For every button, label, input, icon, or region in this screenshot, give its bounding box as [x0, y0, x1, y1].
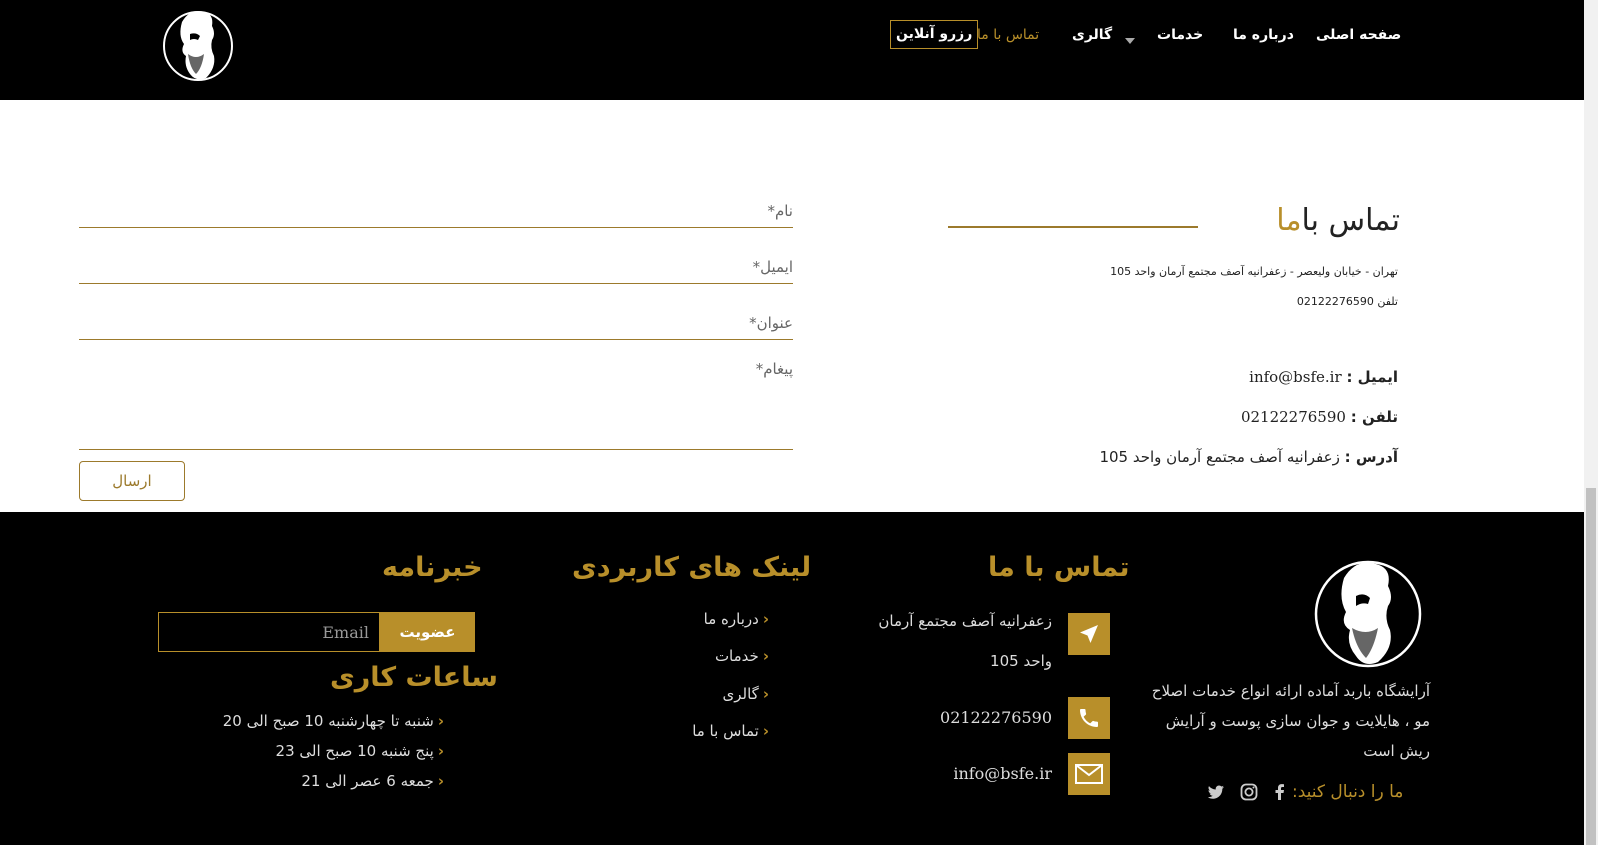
footer-phone[interactable]: 02122276590 [940, 708, 1052, 727]
envelope-icon [1075, 764, 1103, 784]
contact-title-prefix: تماس با [1301, 203, 1400, 238]
name-field-wrap [79, 190, 793, 228]
email-label: ایمیل : [1346, 368, 1398, 386]
chevron-left-icon: ‹ [437, 712, 444, 730]
reserve-online-button[interactable]: رزرو آنلاین [890, 20, 979, 49]
email-row: ایمیل : info@bsfe.ir [1249, 368, 1398, 386]
subject-field-wrap [79, 302, 793, 340]
phone-icon-box [1068, 697, 1110, 739]
footer-address-2: واحد 105 [990, 652, 1052, 670]
send-button[interactable]: ارسال [79, 461, 185, 501]
nav-services[interactable]: خدمات [1157, 22, 1203, 48]
twitter-icon[interactable] [1206, 782, 1226, 802]
address-line: تهران - خیابان ولیعصر - زعفرانیه آصف مجت… [1110, 265, 1398, 278]
nav-home[interactable]: صفحه اصلی [1316, 22, 1401, 48]
footer-link-services[interactable]: ‹خدمات [715, 647, 769, 665]
footer-email[interactable]: info@bsfe.ir [953, 764, 1052, 783]
footer-link-about[interactable]: ‹درباره ما [704, 610, 769, 628]
address-row: آدرس : زعفرانیه آصف مجتمع آرمان واحد 105 [1099, 448, 1398, 466]
site-footer: آرایشگاه باربد آماده ارائه انواع خدمات ا… [0, 512, 1584, 845]
hours-row: ‹شنبه تا چهارشنبه 10 صبح الی 20 [222, 712, 444, 730]
chevron-left-icon: ‹ [762, 647, 769, 665]
message-input[interactable] [79, 356, 793, 449]
hours-row: ‹پنج شنبه 10 صبح الی 23 [275, 742, 444, 760]
follow-label: ما را دنبال کنید: [1292, 782, 1404, 802]
email-input[interactable] [79, 246, 793, 283]
location-icon-box [1068, 613, 1110, 655]
facebook-icon[interactable] [1270, 782, 1290, 802]
bearded-man-logo-icon [1314, 560, 1422, 668]
hours-heading: ساعات کاری [330, 662, 498, 693]
phone-icon [1080, 709, 1098, 727]
phone-label: تلفن : [1350, 408, 1398, 426]
contact-title: تماس باما [1220, 203, 1400, 238]
chevron-left-icon: ‹ [437, 772, 444, 790]
nav-about[interactable]: درباره ما [1233, 22, 1294, 48]
location-arrow-icon [1080, 625, 1098, 643]
name-input[interactable] [79, 190, 793, 227]
bearded-man-logo-icon[interactable] [160, 4, 236, 84]
scrollbar-thumb[interactable] [1586, 488, 1596, 845]
hours-row: ‹جمعه 6 عصر الی 21 [301, 772, 444, 790]
nav-gallery[interactable]: گالری [1072, 22, 1112, 48]
site-header: صفحه اصلی درباره ما خدمات گالری تماس با … [0, 0, 1584, 100]
newsletter-join-button[interactable]: عضویت [380, 612, 475, 652]
about-text: آرایشگاه باربد آماده ارائه انواع خدمات ا… [1151, 682, 1430, 760]
nav-contact[interactable]: تماس با ما [977, 22, 1039, 48]
newsletter-heading: خبرنامه [382, 552, 483, 583]
footer-link-contact[interactable]: ‹تماس با ما [692, 722, 769, 740]
phone-row: تلفن : 02122276590 [1241, 408, 1398, 426]
chevron-left-icon: ‹ [437, 742, 444, 760]
footer-address: زعفرانیه آصف مجتمع آرمان [878, 612, 1052, 630]
email-icon-box [1068, 753, 1110, 795]
subject-input[interactable] [79, 302, 793, 339]
chevron-left-icon: ‹ [762, 610, 769, 628]
footer-links-heading: لینک های کاربردی [572, 552, 812, 583]
phone-value[interactable]: 02122276590 [1241, 408, 1346, 426]
phone-line: تلفن 02122276590 [1296, 295, 1398, 308]
instagram-icon[interactable] [1239, 782, 1259, 802]
chevron-left-icon: ‹ [762, 722, 769, 740]
email-value[interactable]: info@bsfe.ir [1249, 368, 1342, 386]
chevron-left-icon: ‹ [762, 685, 769, 703]
title-divider [948, 226, 1198, 228]
footer-contact-heading: تماس با ما [988, 552, 1130, 583]
email-field-wrap [79, 246, 793, 284]
address-value: زعفرانیه آصف مجتمع آرمان واحد 105 [1099, 448, 1340, 466]
scrollbar[interactable] [1584, 0, 1598, 845]
address-label: آدرس : [1344, 448, 1398, 466]
footer-link-gallery[interactable]: ‹گالری [723, 685, 770, 703]
message-field-wrap [79, 356, 793, 450]
newsletter-email-input[interactable] [158, 612, 380, 652]
contact-title-accent: ما [1276, 203, 1302, 238]
chevron-down-icon[interactable] [1125, 38, 1135, 44]
